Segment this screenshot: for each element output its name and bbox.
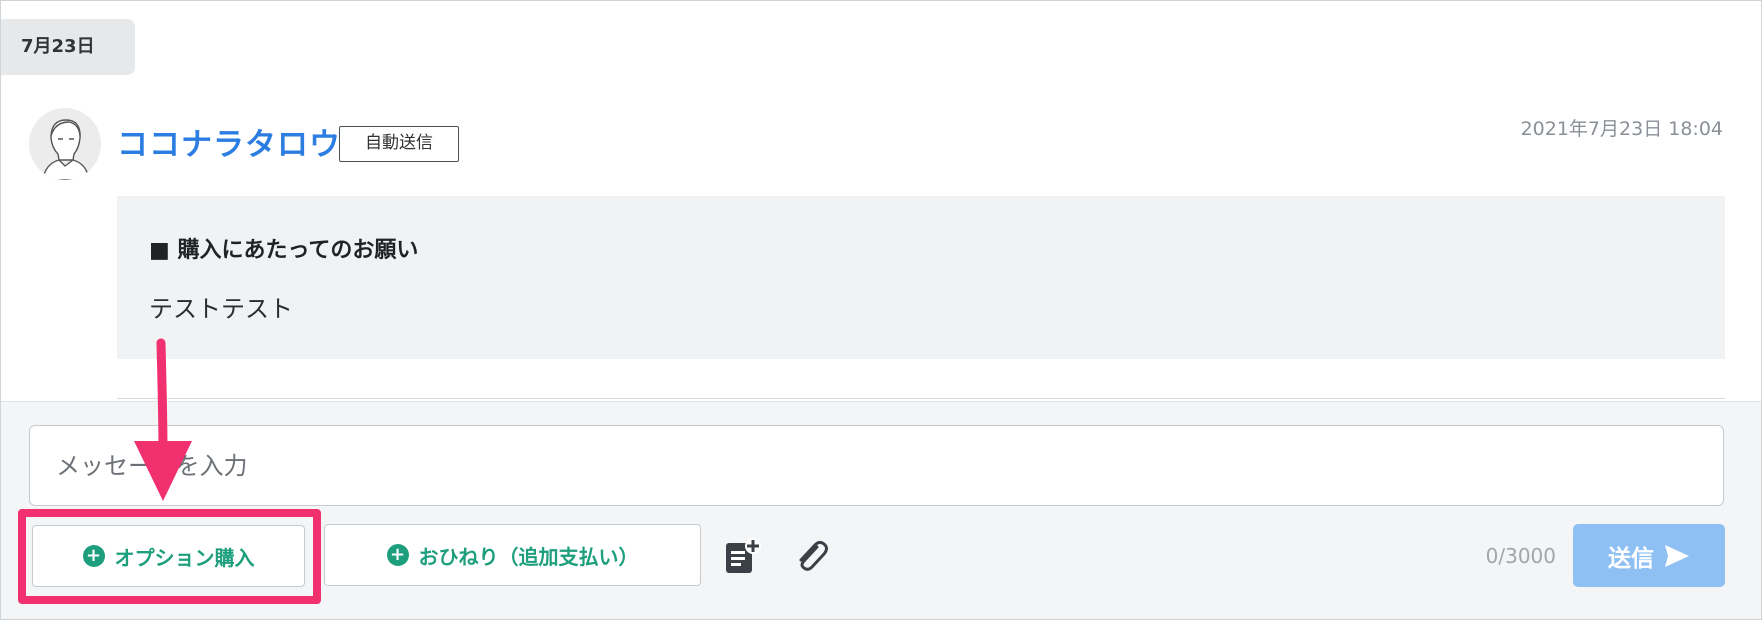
chat-window: 7月23日 ココナラタロウ 自動送信 2021年7月23日 18:04 ■ 購入… bbox=[0, 0, 1762, 620]
down-arrow-annotation bbox=[134, 338, 192, 501]
